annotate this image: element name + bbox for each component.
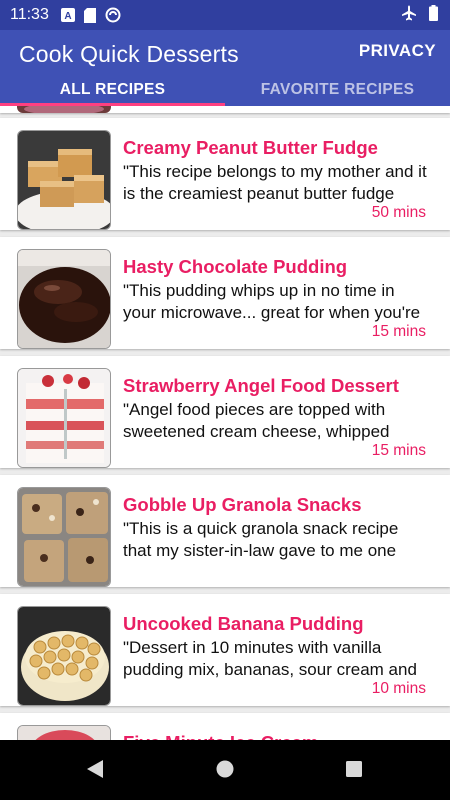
app-title: Cook Quick Desserts — [19, 41, 239, 67]
svg-text:A: A — [64, 11, 71, 22]
recipe-description: "This pudding whips up in no time in you… — [123, 281, 421, 322]
navigation-bar — [0, 740, 450, 800]
strawberry-trifle-image — [17, 368, 111, 468]
granola-snacks-image — [17, 487, 111, 587]
status-time: 11:33 — [10, 6, 49, 23]
recipe-time: 15 mins — [371, 442, 426, 459]
sync-icon — [105, 7, 121, 23]
tab-all-recipes[interactable]: ALL RECIPES — [0, 76, 225, 106]
privacy-button[interactable]: PRIVACY — [359, 41, 436, 61]
airplane-icon — [401, 5, 417, 26]
recipe-description: "This is a quick granola snack recipe th… — [123, 519, 399, 560]
recipe-title: Gobble Up Granola Snacks — [123, 494, 362, 515]
recipe-time: 10 mins — [371, 680, 426, 697]
list-item[interactable]: Hasty Chocolate Pudding "This pudding wh… — [0, 237, 450, 349]
recipe-description: "Dessert in 10 minutes with vanilla pudd… — [123, 638, 417, 679]
list-item[interactable] — [0, 106, 450, 113]
chocolate-pudding-image — [17, 249, 111, 349]
tab-bar: ALL RECIPES FAVORITE RECIPES — [0, 76, 450, 106]
a-badge-icon: A — [60, 8, 75, 22]
list-item[interactable]: Creamy Peanut Butter Fudge "This recipe … — [0, 118, 450, 230]
recipe-image — [17, 106, 111, 113]
list-item[interactable]: Uncooked Banana Pudding "Dessert in 10 m… — [0, 594, 450, 706]
recipe-description: "This recipe belongs to my mother and it… — [123, 162, 427, 203]
recipe-title: Creamy Peanut Butter Fudge — [123, 137, 378, 158]
back-icon[interactable] — [86, 759, 104, 784]
list-item[interactable]: Five Minute Ice Cream — [0, 713, 450, 740]
app-bar: Cook Quick Desserts PRIVACY ALL RECIPES … — [0, 30, 450, 106]
recipe-title: Five Minute Ice Cream — [123, 732, 318, 740]
recipe-time: 50 mins — [371, 204, 426, 221]
sd-card-icon — [83, 7, 96, 23]
list-item[interactable]: Strawberry Angel Food Dessert "Angel foo… — [0, 356, 450, 468]
battery-icon — [429, 4, 438, 26]
peanut-butter-fudge-image — [17, 130, 111, 230]
banana-pudding-image — [17, 606, 111, 706]
recents-icon[interactable] — [345, 759, 363, 784]
list-item[interactable]: Gobble Up Granola Snacks "This is a quic… — [0, 475, 450, 587]
recipe-time: 15 mins — [371, 323, 426, 340]
recipe-title: Hasty Chocolate Pudding — [123, 256, 348, 277]
ice-cream-image — [17, 725, 111, 740]
tab-favorite-recipes[interactable]: FAVORITE RECIPES — [225, 76, 450, 106]
home-icon[interactable] — [216, 759, 234, 784]
status-bar: 11:33 A — [0, 0, 450, 30]
recipe-title: Strawberry Angel Food Dessert — [123, 375, 399, 396]
recipe-list[interactable]: Creamy Peanut Butter Fudge "This recipe … — [0, 106, 450, 740]
recipe-description: "Angel food pieces are topped with sweet… — [123, 400, 390, 441]
recipe-title: Uncooked Banana Pudding — [123, 613, 364, 634]
